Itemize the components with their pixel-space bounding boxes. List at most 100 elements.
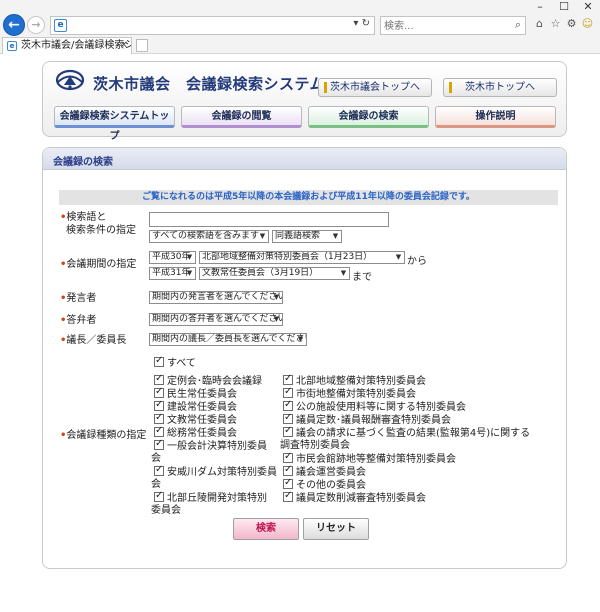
type-checkbox[interactable]: 北部地域整備対策特別委員会 <box>283 373 426 388</box>
type-checkbox[interactable]: 文教常任委員会 <box>154 412 237 427</box>
type-checkbox[interactable]: 公の施設使用料等に関する特別委員会 <box>283 399 466 414</box>
tab-close-icon[interactable]: ✕ <box>120 38 128 53</box>
panel-header: 会議録の検索 <box>43 148 566 170</box>
type-checkbox[interactable]: 議会の請求に基づく監査の結果(監報第4号)に関する <box>283 425 530 440</box>
browser-search-box[interactable]: ⌕ <box>380 16 526 35</box>
minimize-icon[interactable]: – <box>528 0 552 14</box>
favorites-star-icon[interactable]: ☆ <box>549 16 562 32</box>
smiley-icon[interactable]: ☺ <box>581 16 594 32</box>
chevron-down-icon: ▼ <box>332 232 339 240</box>
maximize-icon[interactable]: ☐ <box>552 0 576 14</box>
checkbox-checked-icon <box>154 425 164 437</box>
site-header: 茨木市議会 会議録検索システム 茨木市議会トップへ 茨木市トップへ 会議録検索シ… <box>42 61 567 142</box>
new-tab-button[interactable] <box>136 39 148 52</box>
keyword-label: •検索語と 検索条件の指定 <box>60 212 136 236</box>
chevron-down-icon: ▼ <box>340 269 347 277</box>
match-type-select[interactable]: 同義語検索 ▼ <box>272 230 342 243</box>
browser-tab-active[interactable]: e 茨木市議会/会議録検索シス... ✕ <box>2 37 132 54</box>
chair-select[interactable]: 期間内の議長／委員長を選んでください ▼ <box>149 333 307 346</box>
type-checkbox[interactable]: 定例会･臨時会会議録 <box>154 373 262 388</box>
reset-button[interactable]: リセット <box>303 518 369 540</box>
period-label: •会議期間の指定 <box>60 259 137 270</box>
checkbox-checked-icon <box>283 386 293 398</box>
type-checkbox[interactable]: 北部丘陵開発対策特別 <box>154 490 267 505</box>
gear-icon[interactable]: ⚙ <box>565 16 578 32</box>
panel-title: 会議録の検索 <box>53 157 113 168</box>
checkbox-checked-icon <box>154 438 164 450</box>
chevron-down-icon: ▼ <box>273 315 280 323</box>
type-checkbox[interactable]: 市民会館跡地等整備対策特別委員会 <box>283 451 456 466</box>
chevron-down-icon: ▼ <box>297 335 304 343</box>
type-label-continuation: 委員会 <box>151 505 181 516</box>
type-checkbox[interactable]: 総務常任委員会 <box>154 425 237 440</box>
checkbox-checked-icon <box>283 477 293 489</box>
home-icon[interactable]: ⌂ <box>533 16 546 32</box>
type-checkbox[interactable]: 議会運営委員会 <box>283 464 366 479</box>
checkbox-checked-icon <box>154 490 164 502</box>
type-checkbox[interactable]: その他の委員会 <box>283 477 366 492</box>
type-checkbox[interactable]: 議員定数･議員報酬審査特別委員会 <box>283 412 451 427</box>
address-bar[interactable]: e ▾ ↻ <box>50 16 375 35</box>
checkbox-checked-icon <box>154 399 164 411</box>
checkbox-checked-icon <box>154 386 164 398</box>
speaker-select[interactable]: 期間内の発言者を選んでください ▼ <box>149 291 283 304</box>
city-top-link[interactable]: 茨木市トップへ <box>443 78 557 97</box>
checkbox-checked-icon <box>154 464 164 476</box>
page-content: 茨木市議会 会議録検索システム 茨木市議会トップへ 茨木市トップへ 会議録検索シ… <box>0 55 600 612</box>
keyword-input[interactable] <box>149 212 389 227</box>
dropdown-arrow-icon[interactable]: ▾ <box>353 18 358 29</box>
period-from-meeting-select[interactable]: 北部地域整備対策特別委員会（1月23日） ▼ <box>199 251 405 264</box>
page-favicon-icon: e <box>54 19 67 32</box>
search-icon[interactable]: ⌕ <box>515 18 521 32</box>
notice-banner: ご覧になれるのは平成5年以降の本会議録および平成11年以降の委員会記録です。 <box>59 190 558 205</box>
checkbox-checked-icon <box>283 464 293 476</box>
forward-button[interactable]: → <box>27 16 45 34</box>
browser-chrome: – ☐ ✕ ← → e ▾ ↻ ⌕ ⌂ ☆ ⚙ ☺ e 茨木市議会/会議録検索シ… <box>0 0 600 54</box>
checkbox-checked-icon <box>283 425 293 437</box>
type-checkbox[interactable]: 民生常任委員会 <box>154 386 237 401</box>
close-icon[interactable]: ✕ <box>576 0 600 14</box>
respondent-select[interactable]: 期間内の答弁者を選んでください ▼ <box>149 313 283 326</box>
browser-toolbar: ⌂ ☆ ⚙ ☺ <box>533 16 594 32</box>
period-to-year-select[interactable]: 平成31年 ▼ <box>149 267 196 280</box>
back-button[interactable]: ← <box>3 14 25 36</box>
chair-label: •議長／委員長 <box>60 335 127 346</box>
type-all-checkbox[interactable]: すべて <box>154 355 196 370</box>
nav-tab-system-top[interactable]: 会議録検索システムトップ <box>54 106 175 142</box>
refresh-icon[interactable]: ↻ <box>362 18 370 29</box>
checkbox-checked-icon <box>154 373 164 385</box>
period-to-suffix: まで <box>352 272 372 283</box>
arrow-right-icon: → <box>31 18 41 31</box>
period-from-year-select[interactable]: 平成30年 ▼ <box>149 251 196 264</box>
type-checkbox[interactable]: 議員定数削減審査特別委員会 <box>283 490 426 505</box>
checkbox-checked-icon <box>154 355 164 367</box>
period-from-suffix: から <box>407 256 427 267</box>
meeting-type-label: •会議録種類の指定 <box>60 430 147 441</box>
chevron-down-icon: ▼ <box>273 293 280 301</box>
search-button[interactable]: 検索 <box>233 518 299 540</box>
checkbox-checked-icon <box>283 373 293 385</box>
type-checkbox[interactable]: 建設常任委員会 <box>154 399 237 414</box>
checkbox-checked-icon <box>154 412 164 424</box>
nav-tab-help[interactable]: 操作説明 <box>435 106 556 128</box>
checkbox-checked-icon <box>283 490 293 502</box>
nav-tab-browse[interactable]: 会議録の閲覧 <box>181 106 302 128</box>
type-checkbox[interactable]: 市街地整備対策特別委員会 <box>283 386 416 401</box>
chevron-down-icon: ▼ <box>395 253 402 261</box>
nav-tab-search[interactable]: 会議録の検索 <box>308 106 429 128</box>
link-marker-icon <box>324 82 327 93</box>
tab-strip: e 茨木市議会/会議録検索シス... ✕ <box>0 37 600 54</box>
arrow-left-icon: ← <box>8 17 20 33</box>
checkbox-checked-icon <box>283 399 293 411</box>
type-checkbox[interactable]: 安威川ダム対策特別委員 <box>154 464 277 479</box>
browser-search-input[interactable] <box>384 18 502 34</box>
period-to-meeting-select[interactable]: 文教常任委員会（3月19日） ▼ <box>199 267 350 280</box>
council-top-link[interactable]: 茨木市議会トップへ <box>318 78 432 97</box>
search-condition-select[interactable]: すべての検索語を含みます ▼ <box>149 230 269 243</box>
respondent-label: •答弁者 <box>60 315 97 326</box>
chevron-down-icon: ▼ <box>186 269 193 277</box>
search-panel: 会議録の検索 ご覧になれるのは平成5年以降の本会議録および平成11年以降の委員会… <box>42 147 567 569</box>
tab-title: 茨木市議会/会議録検索シス... <box>21 40 132 51</box>
type-checkbox[interactable]: 一般会計決算特別委員 <box>154 438 267 453</box>
city-emblem-icon <box>55 69 85 91</box>
